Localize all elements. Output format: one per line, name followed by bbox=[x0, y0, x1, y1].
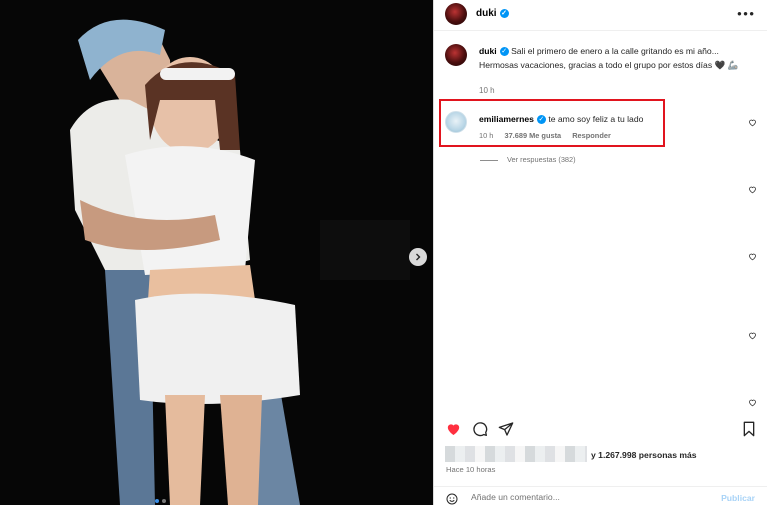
post-timestamp: Hace 10 horas bbox=[446, 465, 496, 474]
heart-filled-icon[interactable] bbox=[445, 421, 462, 437]
post-caption: duki ✓ Sali el primero de enero a la call… bbox=[479, 45, 749, 72]
replies-divider bbox=[480, 159, 498, 161]
add-comment-bar: Publicar bbox=[434, 486, 767, 506]
comment-meta: 10 h 37.689 Me gusta Responder bbox=[479, 131, 620, 140]
comment-input[interactable] bbox=[471, 492, 691, 502]
carousel-dot bbox=[162, 499, 166, 503]
post-header: duki ✓ • • • bbox=[434, 0, 767, 31]
verified-badge-icon: ✓ bbox=[499, 8, 509, 18]
comment-icon[interactable] bbox=[472, 421, 488, 437]
next-image-button[interactable] bbox=[409, 248, 427, 266]
comment-username[interactable]: emiliamernes bbox=[479, 114, 534, 124]
likes-summary[interactable]: y 1.267.998 personas más bbox=[445, 445, 765, 463]
caption-avatar[interactable] bbox=[445, 44, 467, 66]
author-avatar[interactable] bbox=[445, 3, 467, 25]
blurred-liker-names bbox=[445, 446, 587, 462]
more-icon[interactable]: • • • bbox=[737, 6, 754, 21]
comment-time: 10 h bbox=[479, 131, 494, 140]
carousel-dot-active bbox=[155, 499, 159, 503]
carousel-dots bbox=[155, 499, 166, 503]
share-icon[interactable] bbox=[498, 421, 514, 437]
caption-time: 10 h bbox=[479, 86, 495, 95]
caption-username[interactable]: duki bbox=[479, 46, 497, 56]
author-username[interactable]: duki bbox=[476, 8, 497, 19]
post-panel: duki ✓ • • • duki ✓ Sali el primero de ene… bbox=[433, 0, 767, 505]
emoji-icon[interactable] bbox=[446, 493, 458, 505]
comment-text: te amo soy feliz a tu lado bbox=[548, 114, 644, 124]
view-replies-label: Ver respuestas (382) bbox=[507, 155, 576, 164]
post-actions bbox=[434, 416, 767, 444]
caption-text: Sali el primero de enero a la calle grit… bbox=[479, 46, 739, 70]
comment-like-heart-icon[interactable] bbox=[748, 252, 757, 261]
chevron-right-icon bbox=[416, 253, 421, 261]
bookmark-icon[interactable] bbox=[742, 421, 756, 437]
comment-like-heart-icon[interactable] bbox=[748, 331, 757, 340]
verified-badge-icon: ✓ bbox=[536, 115, 546, 125]
comment-body: emiliamernes ✓ te amo soy feliz a tu lado bbox=[479, 114, 644, 125]
reply-button[interactable]: Responder bbox=[572, 131, 611, 140]
author-username-row[interactable]: duki ✓ bbox=[476, 8, 509, 19]
view-replies-button[interactable]: Ver respuestas (382) bbox=[480, 155, 576, 164]
comment-like-heart-icon[interactable] bbox=[748, 118, 757, 127]
comment-likes[interactable]: 37.689 Me gusta bbox=[504, 131, 561, 140]
post-photo bbox=[0, 0, 433, 505]
verified-badge-icon: ✓ bbox=[499, 47, 509, 57]
comment-avatar[interactable] bbox=[445, 111, 467, 133]
publish-button[interactable]: Publicar bbox=[721, 493, 755, 503]
comment-like-heart-icon[interactable] bbox=[748, 185, 757, 194]
likes-count[interactable]: y 1.267.998 personas más bbox=[591, 450, 697, 460]
comment-like-heart-icon[interactable] bbox=[748, 398, 757, 407]
post-media bbox=[0, 0, 433, 505]
